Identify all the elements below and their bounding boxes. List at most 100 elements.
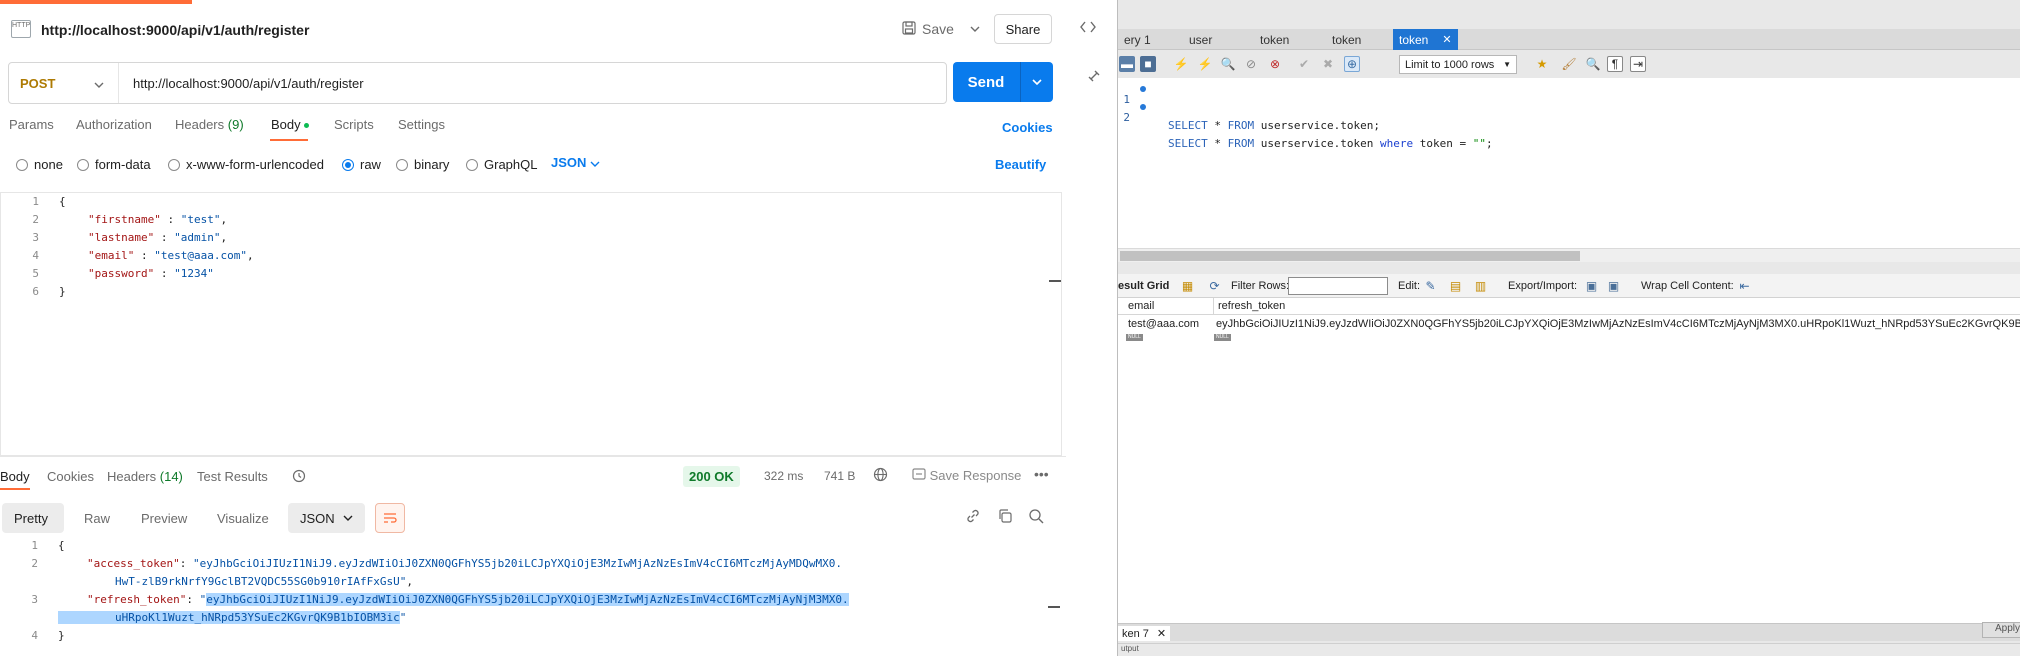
export-icon[interactable]: ▣ [1584, 278, 1599, 293]
open-file-icon[interactable]: ▬ [1119, 56, 1135, 72]
more-options-icon[interactable]: ••• [1034, 466, 1049, 482]
tab-params[interactable]: Params [9, 117, 54, 132]
edit-row-icon[interactable]: ✎ [1423, 278, 1438, 293]
search-icon[interactable] [1028, 508, 1044, 527]
body-format-select[interactable]: JSON [551, 155, 600, 170]
request-title[interactable]: http://localhost:9000/api/v1/auth/regist… [41, 22, 309, 38]
editor-resize-handle[interactable] [1049, 280, 1061, 282]
radio-urlencoded[interactable]: x-www-form-urlencoded [168, 157, 324, 172]
invisible-chars-icon[interactable]: ¶ [1607, 56, 1623, 72]
wrap-lines-icon[interactable] [375, 503, 405, 533]
splitter[interactable] [1118, 262, 2020, 274]
res-tab-test-results[interactable]: Test Results [197, 469, 268, 484]
tab-result[interactable]: ken 7 ✕ [1118, 626, 1171, 641]
save-icon[interactable]: ■ [1140, 56, 1156, 72]
limit-rows-select[interactable]: Limit to 1000 rows ▼ [1399, 55, 1517, 74]
stop-icon[interactable]: ⊘ [1243, 56, 1259, 72]
output-panel-header[interactable]: utput [1118, 643, 2020, 656]
tab-authorization[interactable]: Authorization [76, 117, 152, 132]
close-icon[interactable]: ✕ [1157, 627, 1166, 640]
res-tab-headers[interactable]: Headers (14) [107, 469, 183, 484]
rollback-icon[interactable]: ✖ [1320, 56, 1336, 72]
refresh-icon[interactable]: ⟳ [1207, 278, 1222, 293]
grid-view-icon[interactable]: ▦ [1180, 278, 1195, 293]
editor-horizontal-scrollbar[interactable] [1118, 248, 2020, 262]
response-size[interactable]: 741 B [824, 469, 855, 483]
view-visualize[interactable]: Visualize [205, 503, 281, 533]
viewer-resize-handle[interactable] [1048, 606, 1060, 608]
beautify-icon[interactable]: 🖌 [1561, 56, 1577, 72]
insert-row-icon[interactable]: ▤ [1448, 278, 1463, 293]
res-tab-body[interactable]: Body [0, 469, 30, 484]
response-body-viewer[interactable]: 1{ 2 "access_token": "eyJhbGciOiJIUzI1NiJ… [0, 537, 1062, 656]
save-options-chevron-icon[interactable] [964, 14, 986, 44]
explain-icon[interactable]: 🔍 [1220, 56, 1236, 72]
related-collections-icon[interactable] [1086, 68, 1102, 87]
scrollbar-thumb[interactable] [1120, 251, 1580, 261]
null-badge[interactable]: NULL [1214, 334, 1231, 341]
cell-refresh-token[interactable]: eyJhbGciOiJIUzI1NiJ9.eyJzdWIiOiJ0ZXN0QGF… [1216, 318, 2020, 330]
cell-email[interactable]: test@aaa.com [1128, 318, 1199, 330]
autocommit-icon[interactable]: ⊕ [1344, 56, 1360, 72]
tab-token-1[interactable]: token [1254, 29, 1295, 50]
res-tab-cookies[interactable]: Cookies [47, 469, 94, 484]
send-options-chevron-icon[interactable] [1021, 62, 1053, 102]
tab-query-1[interactable]: ery 1 [1118, 29, 1157, 50]
save-button[interactable]: Save [902, 14, 954, 44]
view-raw[interactable]: Raw [72, 503, 122, 533]
response-time[interactable]: 322 ms [764, 469, 803, 483]
find-icon[interactable]: 🔍 [1585, 56, 1601, 72]
radio-binary[interactable]: binary [396, 157, 449, 172]
tab-scripts[interactable]: Scripts [334, 117, 374, 132]
tab-token-2[interactable]: token [1326, 29, 1367, 50]
column-header-refresh-token[interactable]: refresh_token [1218, 300, 1285, 312]
response-format-select[interactable]: JSON [288, 503, 365, 533]
copy-icon[interactable] [997, 508, 1013, 527]
url-input[interactable]: http://localhost:9000/api/v1/auth/regist… [133, 76, 364, 91]
apply-button[interactable]: Apply [1982, 622, 2020, 638]
tab-token-active[interactable]: token ✕ [1393, 29, 1458, 50]
table-row[interactable]: test@aaa.com eyJhbGciOiJIUzI1NiJ9.eyJzdW… [1118, 316, 2020, 334]
history-icon[interactable] [292, 469, 306, 486]
import-icon[interactable]: ▣ [1606, 278, 1621, 293]
share-button[interactable]: Share [994, 14, 1052, 44]
column-divider[interactable] [1213, 298, 1214, 315]
toggle-error-icon[interactable]: ⊗ [1267, 56, 1283, 72]
code-text: } [58, 629, 65, 642]
commit-icon[interactable]: ✔ [1296, 56, 1312, 72]
radio-form-data[interactable]: form-data [77, 157, 151, 172]
radio-raw[interactable]: raw [342, 157, 381, 172]
response-divider[interactable] [0, 456, 1066, 457]
filter-rows-input[interactable] [1288, 277, 1388, 295]
table-row-new[interactable]: NULL NULL [1118, 334, 2020, 342]
bookmark-star-icon[interactable]: ★ [1534, 56, 1550, 72]
radio-graphql[interactable]: GraphQL [466, 157, 537, 172]
tab-user[interactable]: user [1183, 29, 1218, 50]
cookies-link[interactable]: Cookies [1002, 120, 1053, 135]
send-button[interactable]: Send [953, 62, 1053, 102]
view-pretty[interactable]: Pretty [2, 503, 64, 533]
wrap-cell-icon[interactable]: ⇤ [1737, 278, 1752, 293]
globe-icon[interactable] [873, 467, 888, 485]
save-response-button[interactable]: Save Response [912, 468, 1021, 483]
status-badge[interactable]: 200 OK [683, 466, 740, 487]
sql-editor[interactable]: 1 SELECT * FROM userservice.token; 2 SEL… [1118, 78, 2020, 248]
json-value: "test" [180, 213, 221, 226]
radio-none[interactable]: none [16, 157, 63, 172]
column-header-email[interactable]: email [1128, 300, 1154, 312]
wrap-icon[interactable]: ⇥ [1630, 56, 1646, 72]
delete-row-icon[interactable]: ▥ [1473, 278, 1488, 293]
tab-body[interactable]: Body [271, 117, 309, 132]
request-body-editor[interactable]: 1{ 2 "firstname" : "test", 3 "lastname" : … [0, 192, 1062, 456]
null-badge[interactable]: NULL [1126, 334, 1143, 341]
tab-headers[interactable]: Headers (9) [175, 117, 244, 132]
execute-current-icon[interactable]: ⚡ [1197, 56, 1213, 72]
link-icon[interactable] [965, 508, 981, 527]
view-preview[interactable]: Preview [129, 503, 199, 533]
code-snippet-icon[interactable] [1080, 20, 1096, 37]
execute-icon[interactable]: ⚡ [1173, 56, 1189, 72]
close-icon[interactable]: ✕ [1442, 33, 1451, 46]
method-select[interactable]: POST [9, 63, 119, 103]
beautify-button[interactable]: Beautify [995, 157, 1046, 172]
tab-settings[interactable]: Settings [398, 117, 445, 132]
